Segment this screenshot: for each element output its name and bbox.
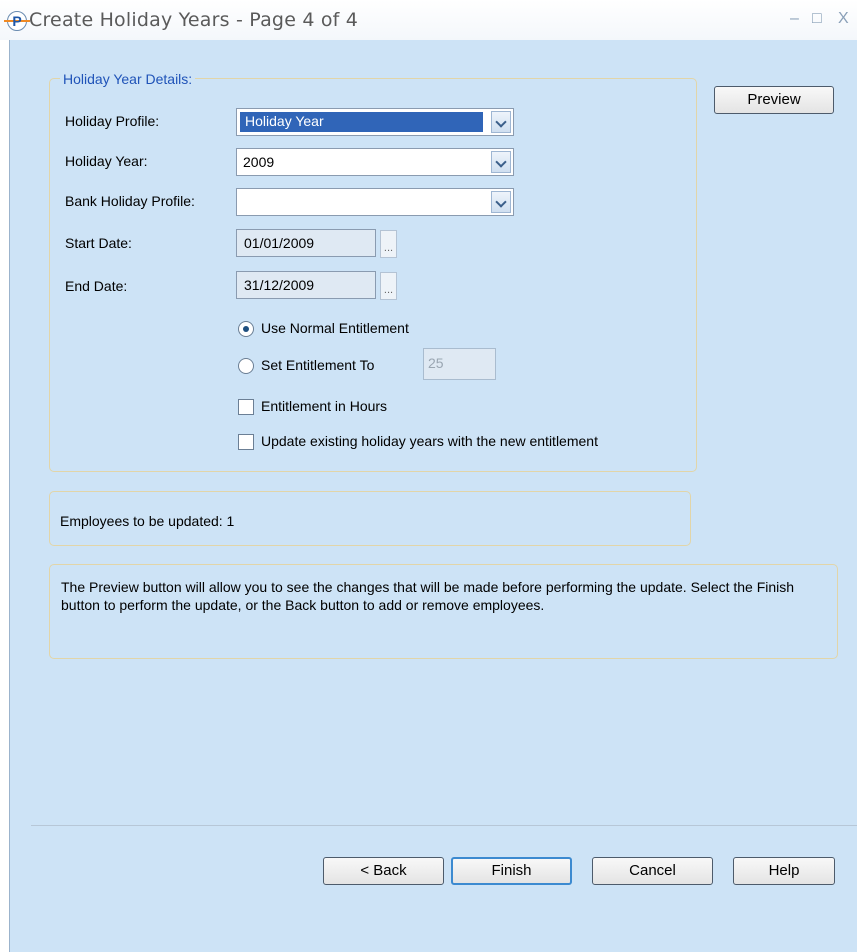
minimize-icon[interactable]: – (790, 10, 799, 28)
entitlement-in-hours-checkbox[interactable] (238, 399, 254, 415)
bank-holiday-profile-select[interactable] (236, 188, 514, 216)
cancel-button[interactable]: Cancel (592, 857, 713, 885)
title-bar: P Create Holiday Years - Page 4 of 4 – □… (0, 0, 857, 40)
finish-button[interactable]: Finish (451, 857, 572, 885)
use-normal-entitlement-label: Use Normal Entitlement (261, 320, 409, 336)
instructions-text: The Preview button will allow you to see… (61, 579, 795, 613)
use-normal-entitlement-radio[interactable] (238, 321, 254, 337)
employees-to-update-text: Employees to be updated: 1 (60, 513, 235, 529)
start-date-value: 01/01/2009 (244, 235, 315, 251)
holiday-profile-select[interactable]: Holiday Year (236, 108, 514, 136)
update-existing-checkbox[interactable] (238, 434, 254, 450)
end-date-value: 31/12/2009 (244, 277, 315, 293)
entitlement-amount-value: 25 (428, 355, 444, 371)
start-date-picker-button[interactable]: ... (380, 230, 397, 258)
maximize-icon[interactable]: □ (812, 10, 822, 28)
help-button[interactable]: Help (733, 857, 835, 885)
preview-button[interactable]: Preview (714, 86, 834, 114)
holiday-year-label: Holiday Year: (65, 153, 148, 169)
close-icon[interactable]: X (838, 10, 849, 28)
entitlement-amount-input[interactable]: 25 (423, 348, 496, 380)
end-date-field[interactable]: 31/12/2009 (236, 271, 376, 299)
set-entitlement-radio[interactable] (238, 358, 254, 374)
wizard-window: Holiday Year Details: Holiday Profile: H… (9, 40, 857, 952)
set-entitlement-label: Set Entitlement To (261, 357, 375, 373)
holiday-year-select[interactable]: 2009 (236, 148, 514, 176)
start-date-field[interactable]: 01/01/2009 (236, 229, 376, 257)
bank-holiday-profile-label: Bank Holiday Profile: (65, 193, 195, 209)
footer-separator (31, 825, 857, 826)
window-title: Create Holiday Years - Page 4 of 4 (29, 9, 359, 31)
back-button[interactable]: < Back (323, 857, 444, 885)
chevron-down-icon[interactable] (491, 151, 511, 173)
entitlement-in-hours-label: Entitlement in Hours (261, 398, 388, 414)
end-date-picker-button[interactable]: ... (380, 272, 397, 300)
chevron-down-icon[interactable] (491, 191, 511, 213)
end-date-label: End Date: (65, 278, 128, 294)
chevron-down-icon[interactable] (491, 111, 511, 133)
holiday-profile-value: Holiday Year (245, 113, 324, 129)
holiday-year-value: 2009 (243, 154, 275, 170)
holiday-profile-label: Holiday Profile: (65, 113, 160, 129)
update-existing-label: Update existing holiday years with the n… (261, 433, 598, 449)
group-legend: Holiday Year Details: (60, 71, 196, 87)
start-date-label: Start Date: (65, 235, 132, 251)
app-logo-icon: P (4, 11, 30, 31)
